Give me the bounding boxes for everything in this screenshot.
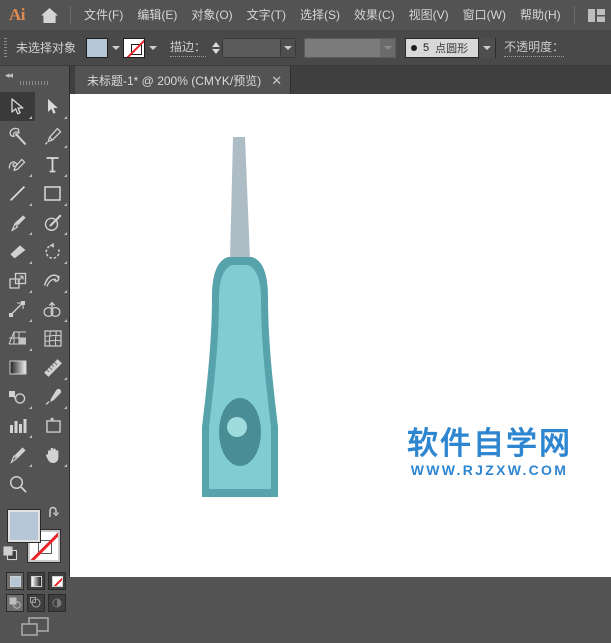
zoom-tool[interactable] — [0, 469, 35, 498]
eraser-tool[interactable] — [0, 237, 35, 266]
tool-grid — [0, 92, 69, 498]
menu-effect[interactable]: 效果(C) — [347, 2, 402, 28]
watermark-text-url: WWW.RJZXW.COM — [410, 462, 569, 478]
brush-preview-icon — [411, 44, 418, 51]
menu-object[interactable]: 对象(O) — [184, 2, 239, 28]
brush-size-value: 5 — [423, 41, 430, 54]
artboard-tool[interactable] — [35, 411, 70, 440]
line-segment-tool[interactable] — [0, 179, 35, 208]
selection-tool[interactable] — [0, 92, 35, 121]
mesh-tool[interactable] — [35, 324, 70, 353]
measure-tool[interactable] — [35, 353, 70, 382]
opacity-label[interactable]: 不透明度： — [504, 38, 565, 57]
close-icon[interactable]: ✕ — [271, 74, 282, 87]
hand-tool[interactable] — [35, 440, 70, 469]
variable-width-profile-dropdown[interactable] — [304, 37, 397, 58]
stroke-weight-stepper[interactable] — [210, 38, 222, 58]
brush-definition-caret[interactable] — [478, 37, 496, 58]
stroke-weight-field[interactable] — [222, 37, 297, 58]
stroke-weight-dropdown[interactable] — [280, 38, 296, 57]
control-bar: 未选择对象 描边： 5 点圆形 不透明度： — [0, 30, 611, 66]
document-tab[interactable]: 未标题-1* @ 200% (CMYK/预览) ✕ — [75, 66, 292, 94]
stroke-weight-label[interactable]: 描边： — [170, 38, 207, 57]
menu-bar: Ai 文件(F) 编辑(E) 对象(O) 文字(T) 选择(S) 效果(C) 视… — [0, 0, 611, 30]
fill-stroke-indicator — [0, 504, 70, 566]
menu-divider — [70, 6, 71, 24]
workspace-switcher-icon[interactable] — [588, 8, 605, 22]
selection-status-label: 未选择对象 — [16, 41, 77, 55]
color-mode-buttons — [6, 572, 66, 590]
magic-wand-tool[interactable] — [0, 121, 35, 150]
watermark: 软件自学网 WWW.RJZXW.COM — [407, 427, 572, 478]
scale-tool[interactable] — [0, 266, 35, 295]
column-graph-tool[interactable] — [0, 411, 35, 440]
curvature-tool[interactable] — [0, 150, 35, 179]
menu-file[interactable]: 文件(F) — [77, 2, 130, 28]
app-logo: Ai — [9, 5, 26, 24]
control-bar-drag-handle[interactable] — [0, 30, 10, 66]
pen-tool[interactable] — [35, 121, 70, 150]
toothbrush-neck — [230, 137, 250, 259]
toolbar-fill-swatch[interactable] — [7, 509, 41, 543]
menu-window[interactable]: 窗口(W) — [456, 2, 513, 28]
color-mode-button[interactable] — [6, 572, 24, 590]
menu-edit[interactable]: 编辑(E) — [130, 2, 184, 28]
watermark-text-cn: 软件自学网 — [407, 426, 572, 462]
eyedropper-tool[interactable] — [35, 382, 70, 411]
collapse-panel-icon[interactable]: ◂◂ — [5, 70, 13, 81]
paintbrush-tool[interactable] — [0, 208, 35, 237]
change-screen-mode-icon[interactable] — [0, 616, 70, 638]
color-controls — [0, 504, 70, 643]
default-fill-stroke-icon[interactable] — [3, 546, 18, 566]
tools-panel: ◂◂ — [0, 66, 70, 636]
tools-panel-drag-handle[interactable] — [19, 81, 50, 85]
rectangle-tool[interactable] — [35, 179, 70, 208]
fill-color-dropdown[interactable] — [108, 38, 123, 58]
home-icon[interactable] — [34, 0, 64, 30]
stroke-color-dropdown[interactable] — [145, 38, 160, 58]
variable-width-profile-caret[interactable] — [380, 38, 396, 57]
slice-tool[interactable] — [0, 440, 35, 469]
toothbrush-illustration[interactable] — [194, 137, 294, 537]
perspective-grid-tool[interactable] — [0, 324, 35, 353]
tools-panel-header: ◂◂ — [0, 66, 69, 92]
menu-select[interactable]: 选择(S) — [293, 2, 347, 28]
stroke-color-swatch[interactable] — [123, 37, 146, 58]
gradient-tool[interactable] — [0, 353, 35, 382]
document-tab-label: 未标题-1* @ 200% (CMYK/预览) — [87, 73, 262, 88]
tool-empty-slot — [35, 469, 70, 498]
swap-fill-stroke-icon[interactable] — [47, 506, 62, 524]
menu-type[interactable]: 文字(T) — [240, 2, 293, 28]
document-tab-bar: 未标题-1* @ 200% (CMYK/预览) ✕ — [70, 66, 611, 94]
brush-definition-dropdown[interactable]: 5 点圆形 — [405, 37, 497, 58]
fill-color-swatch[interactable] — [86, 37, 109, 58]
free-transform-tool[interactable] — [0, 295, 35, 324]
brush-name-value: 点圆形 — [435, 42, 469, 55]
direct-selection-tool[interactable] — [35, 92, 70, 121]
width-tool[interactable] — [35, 266, 70, 295]
rotate-tool[interactable] — [35, 237, 70, 266]
shape-builder-tool[interactable] — [35, 295, 70, 324]
artboard-canvas[interactable]: 软件自学网 WWW.RJZXW.COM — [70, 94, 611, 577]
type-tool[interactable] — [35, 150, 70, 179]
draw-inside-button[interactable] — [48, 594, 66, 612]
menu-help[interactable]: 帮助(H) — [513, 2, 568, 28]
gradient-mode-button[interactable] — [27, 572, 45, 590]
draw-behind-button[interactable] — [27, 594, 45, 612]
draw-normal-button[interactable] — [6, 594, 24, 612]
blend-tool[interactable] — [0, 382, 35, 411]
none-mode-button[interactable] — [48, 572, 66, 590]
shaper-tool[interactable] — [35, 208, 70, 237]
toothbrush-grip-hole — [227, 417, 247, 437]
draw-mode-buttons — [6, 594, 66, 612]
menu-view[interactable]: 视图(V) — [402, 2, 456, 28]
menu-divider-right — [573, 6, 575, 24]
